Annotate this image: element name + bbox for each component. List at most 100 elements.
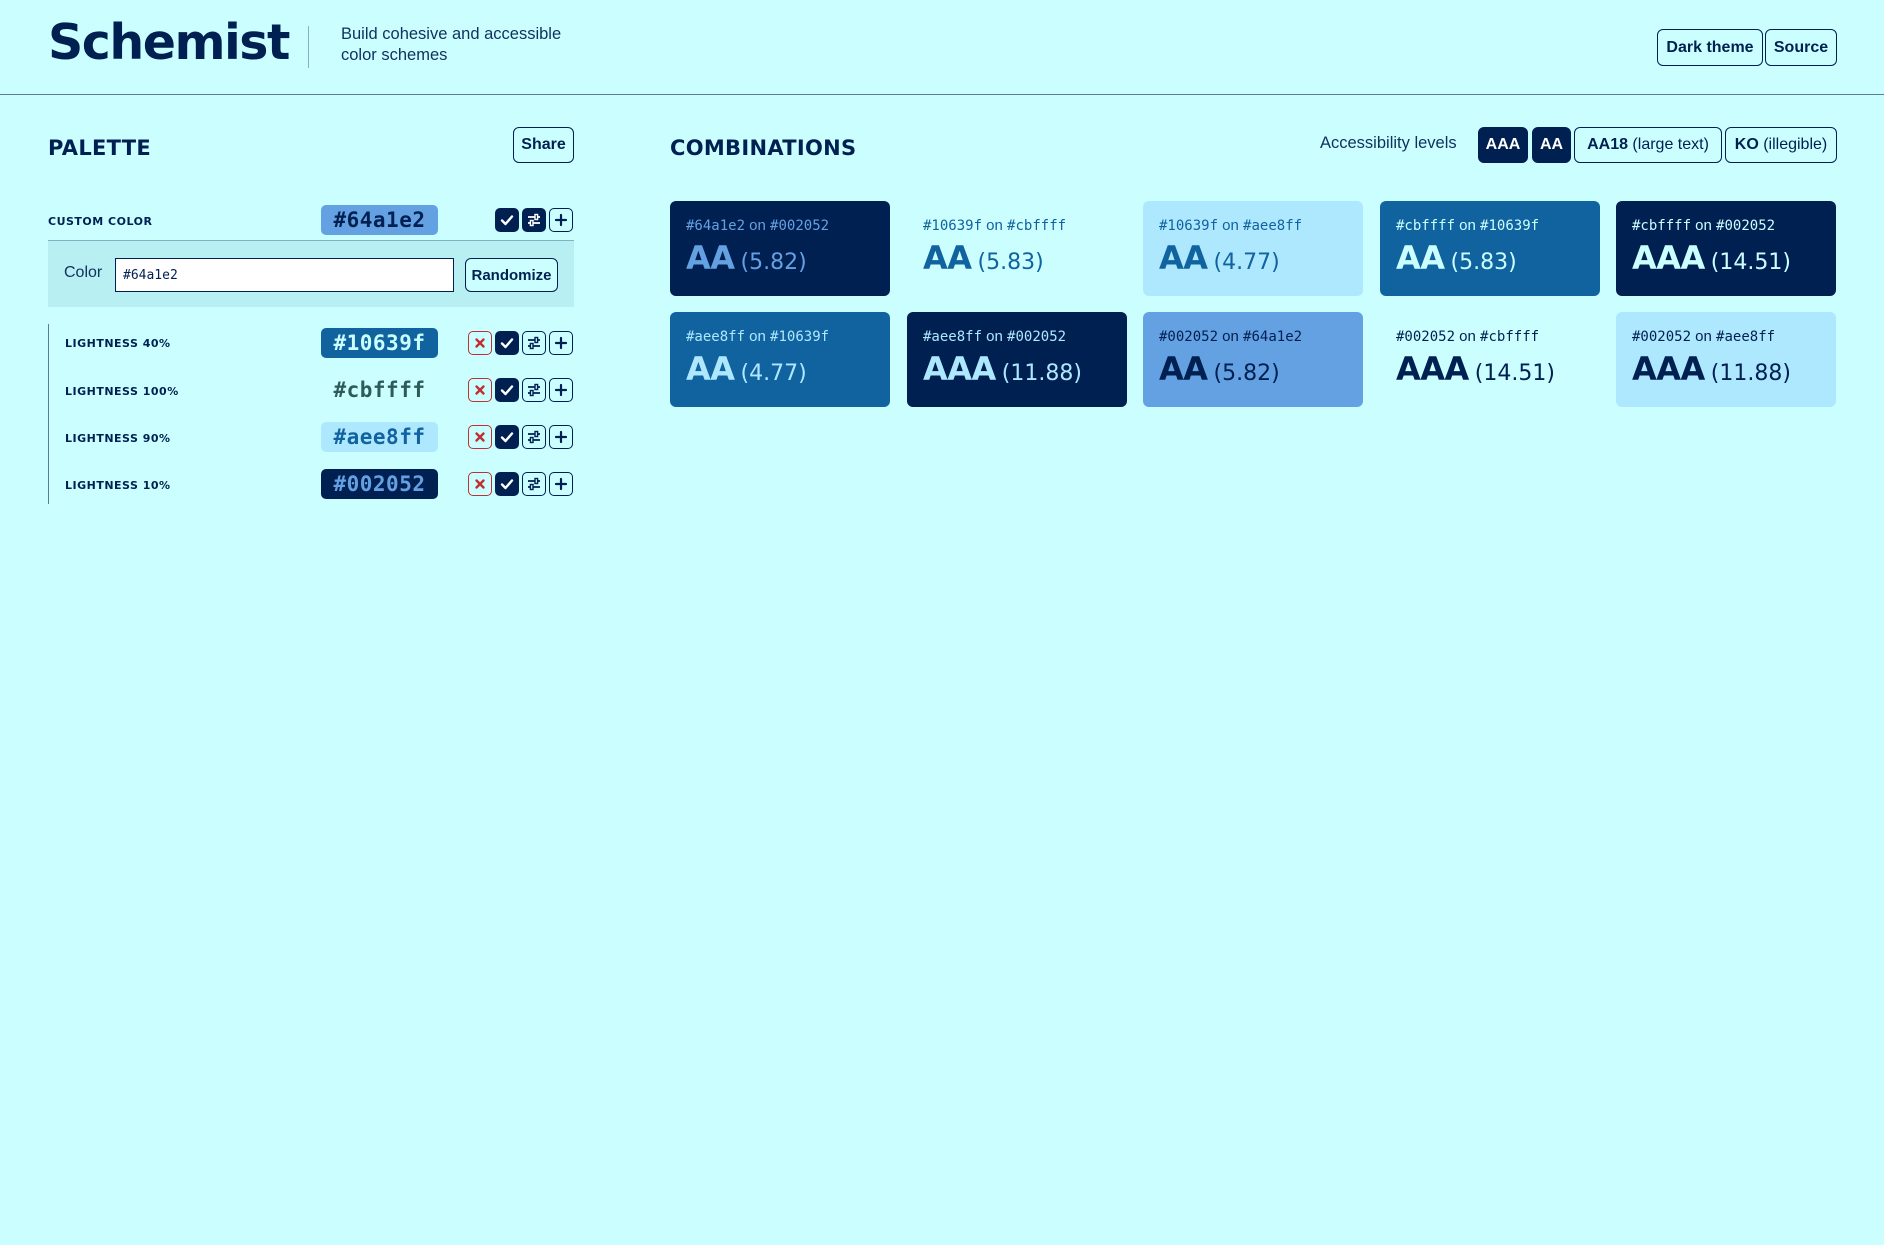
- background-hex: #10639f: [770, 329, 830, 345]
- variant-label: LIGHTNESS 100%: [65, 385, 179, 398]
- check-icon[interactable]: [495, 378, 519, 402]
- plus-icon[interactable]: [549, 472, 573, 496]
- connector-text: on: [982, 217, 1008, 234]
- foreground-hex: #cbffff: [1632, 218, 1692, 234]
- level-name: AAA: [1485, 136, 1521, 153]
- sliders-icon[interactable]: [522, 208, 546, 232]
- header-divider: [308, 26, 309, 68]
- close-icon[interactable]: [468, 472, 492, 496]
- randomize-button[interactable]: Randomize: [465, 258, 558, 292]
- combination-caption: #cbffff on #002052: [1632, 217, 1820, 235]
- close-icon[interactable]: [468, 378, 492, 402]
- combination-card: #64a1e2 on #002052 AA (5.82): [670, 201, 890, 296]
- dark-theme-button[interactable]: Dark theme: [1657, 29, 1763, 66]
- level-description: (large text): [1627, 136, 1709, 153]
- combination-rating: AAA (14.51): [1632, 239, 1820, 277]
- contrast-level: AAA: [923, 350, 996, 388]
- combination-caption: #64a1e2 on #002052: [686, 217, 874, 235]
- connector-text: on: [1455, 217, 1481, 234]
- sliders-icon[interactable]: [522, 425, 546, 449]
- foreground-hex: #10639f: [923, 218, 983, 234]
- level-name: AA18: [1587, 136, 1628, 153]
- level-aa-toggle[interactable]: AA: [1532, 127, 1571, 163]
- combination-card: #002052 on #aee8ff AAA (11.88): [1616, 312, 1836, 407]
- combination-rating: AAA (14.51): [1396, 350, 1584, 388]
- sliders-icon[interactable]: [522, 378, 546, 402]
- combination-caption: #002052 on #64a1e2: [1159, 328, 1347, 346]
- background-hex: #aee8ff: [1243, 218, 1303, 234]
- contrast-ratio: (5.82): [1213, 361, 1280, 386]
- close-icon[interactable]: [468, 331, 492, 355]
- connector-text: on: [1691, 217, 1717, 234]
- level-ko-toggle[interactable]: KO (illegible): [1725, 127, 1837, 163]
- variant-swatch[interactable]: #cbffff: [321, 375, 438, 405]
- combination-rating: AA (5.82): [686, 239, 874, 277]
- app-tagline: Build cohesive and accessible color sche…: [341, 25, 562, 64]
- variant-label: LIGHTNESS 10%: [65, 479, 171, 492]
- custom-color-swatch[interactable]: #64a1e2: [321, 205, 438, 235]
- connector-text: on: [1691, 328, 1717, 345]
- plus-icon[interactable]: [549, 378, 573, 402]
- contrast-level: AA: [686, 239, 735, 277]
- combination-rating: AA (5.83): [1396, 239, 1584, 277]
- background-hex: #002052: [1716, 218, 1776, 234]
- connector-text: on: [745, 328, 771, 345]
- combination-caption: #10639f on #cbffff: [923, 217, 1111, 235]
- contrast-level: AAA: [1396, 350, 1469, 388]
- combination-caption: #10639f on #aee8ff: [1159, 217, 1347, 235]
- source-button[interactable]: Source: [1765, 29, 1837, 66]
- foreground-hex: #002052: [1159, 329, 1219, 345]
- sliders-icon[interactable]: [522, 331, 546, 355]
- variant-swatch[interactable]: #aee8ff: [321, 422, 438, 452]
- combination-card: #aee8ff on #002052 AAA (11.88): [907, 312, 1127, 407]
- contrast-level: AA: [686, 350, 735, 388]
- combination-rating: AA (4.77): [1159, 239, 1347, 277]
- contrast-ratio: (4.77): [1213, 250, 1280, 275]
- combination-card: #002052 on #64a1e2 AA (5.82): [1143, 312, 1363, 407]
- combination-caption: #aee8ff on #002052: [923, 328, 1111, 346]
- foreground-hex: #002052: [1396, 329, 1456, 345]
- plus-icon[interactable]: [549, 331, 573, 355]
- app-header: Schemist Build cohesive and accessible c…: [0, 0, 1884, 95]
- background-hex: #64a1e2: [1243, 329, 1303, 345]
- contrast-ratio: (4.77): [740, 361, 807, 386]
- palette-title: PALETTE: [48, 136, 152, 160]
- contrast-ratio: (11.88): [1001, 361, 1082, 386]
- check-icon[interactable]: [495, 331, 519, 355]
- combination-card: #10639f on #aee8ff AA (4.77): [1143, 201, 1363, 296]
- close-icon[interactable]: [468, 425, 492, 449]
- combination-card: #aee8ff on #10639f AA (4.77): [670, 312, 890, 407]
- check-icon[interactable]: [495, 425, 519, 449]
- level-aaa-toggle[interactable]: AAA: [1478, 127, 1528, 163]
- check-icon[interactable]: [495, 208, 519, 232]
- contrast-level: AA: [923, 239, 972, 277]
- share-button[interactable]: Share: [513, 127, 574, 163]
- variant-label: LIGHTNESS 90%: [65, 432, 171, 445]
- contrast-level: AA: [1396, 239, 1445, 277]
- color-editor: Color #64a1e2 Randomize: [48, 240, 574, 307]
- level-name: AA: [1539, 136, 1564, 153]
- combination-rating: AA (5.82): [1159, 350, 1347, 388]
- combination-card: #002052 on #cbffff AAA (14.51): [1380, 312, 1600, 407]
- variant-swatch[interactable]: #002052: [321, 469, 438, 499]
- plus-icon[interactable]: [549, 425, 573, 449]
- connector-text: on: [982, 328, 1008, 345]
- contrast-ratio: (5.82): [740, 250, 807, 275]
- contrast-ratio: (11.88): [1710, 361, 1791, 386]
- foreground-hex: #10639f: [1159, 218, 1219, 234]
- level-name: KO: [1734, 136, 1759, 153]
- color-hex-input[interactable]: #64a1e2: [115, 258, 454, 292]
- variant-swatch[interactable]: #10639f: [321, 328, 438, 358]
- check-icon[interactable]: [495, 472, 519, 496]
- combination-card: #cbffff on #10639f AA (5.83): [1380, 201, 1600, 296]
- background-hex: #10639f: [1480, 218, 1540, 234]
- contrast-level: AAA: [1632, 239, 1705, 277]
- sliders-icon[interactable]: [522, 472, 546, 496]
- plus-icon[interactable]: [549, 208, 573, 232]
- contrast-ratio: (14.51): [1474, 361, 1555, 386]
- level-aa18-toggle[interactable]: AA18 (large text): [1574, 127, 1722, 163]
- foreground-hex: #aee8ff: [923, 329, 983, 345]
- custom-color-label: CUSTOM COLOR: [48, 215, 153, 228]
- variant-label: LIGHTNESS 40%: [65, 337, 171, 350]
- foreground-hex: #64a1e2: [686, 218, 746, 234]
